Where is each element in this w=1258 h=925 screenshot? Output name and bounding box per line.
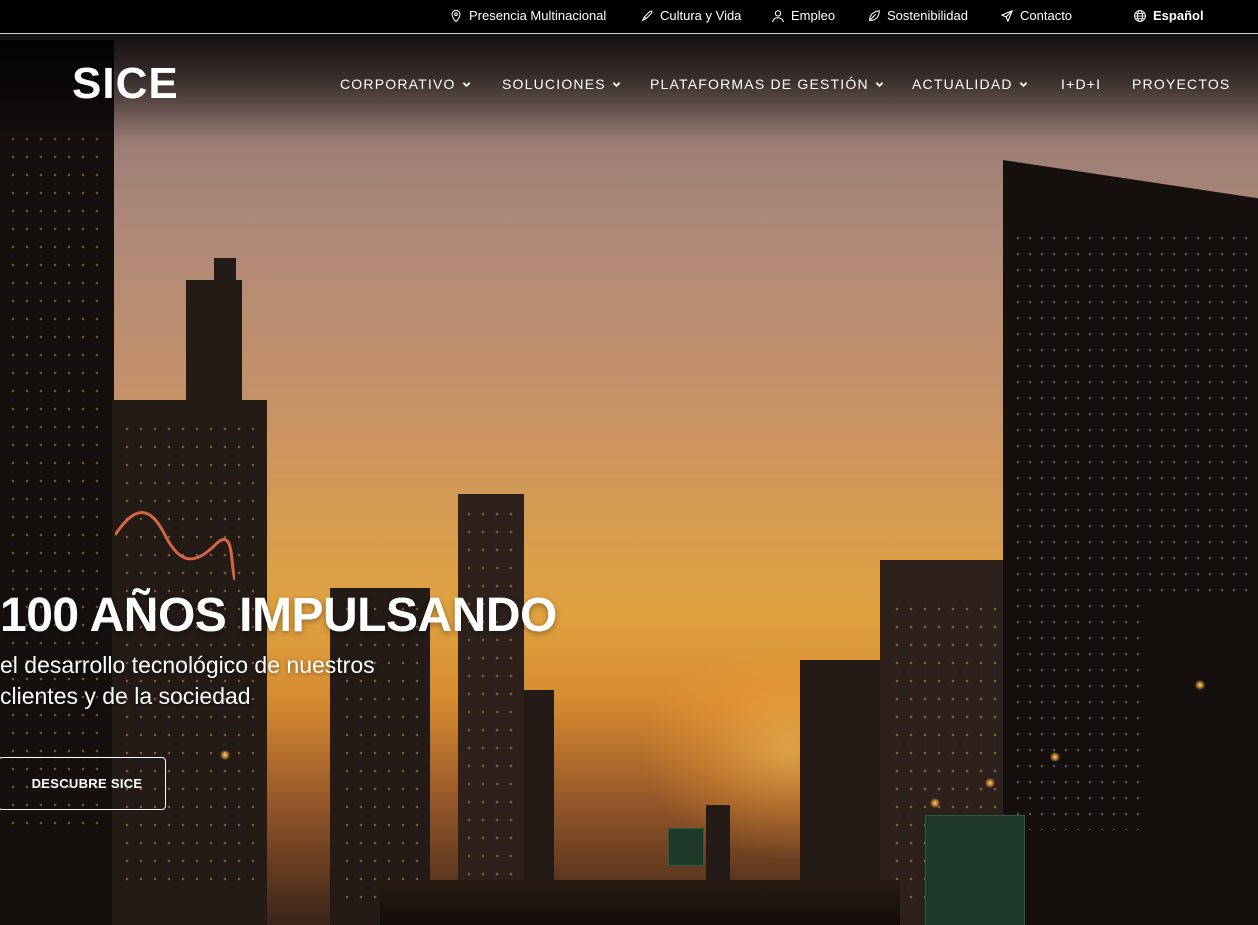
nav-corporativo[interactable]: CORPORATIVO <box>340 76 471 92</box>
building <box>186 280 242 410</box>
globe-icon <box>1134 9 1146 22</box>
nav-actualidad[interactable]: ACTUALIDAD <box>912 76 1028 92</box>
util-link-presencia[interactable]: Presencia Multinacional <box>449 8 606 23</box>
sice-logo[interactable]: SICE <box>0 46 179 122</box>
paper-plane-icon <box>1001 9 1013 22</box>
util-link-label: Cultura y Vida <box>660 8 742 23</box>
building-windows <box>340 600 420 900</box>
util-link-label: Contacto <box>1020 8 1073 23</box>
logo-ring-icon <box>0 48 58 120</box>
util-link-label: Empleo <box>791 8 836 23</box>
hero-subline: el desarrollo tecnológico de nuestros <box>0 652 375 678</box>
nav-label: I+D+I <box>1061 76 1102 92</box>
street-lamp <box>930 798 940 808</box>
util-link-cultura[interactable]: Cultura y Vida <box>640 8 741 23</box>
nav-label: PROYECTOS <box>1132 76 1231 92</box>
road <box>380 880 900 925</box>
hero-headline: 100 AÑOS IMPULSANDO <box>0 589 557 642</box>
user-icon <box>772 9 784 22</box>
map-pin-icon <box>451 9 461 22</box>
hero-subline: clientes y de la sociedad <box>0 683 251 709</box>
rocket-icon <box>641 10 653 22</box>
chevron-down-icon <box>462 81 470 87</box>
building <box>1140 600 1258 925</box>
nav-plataformas[interactable]: PLATAFORMAS DE GESTIÓN <box>650 76 884 92</box>
road-sign <box>925 815 1025 925</box>
discover-sice-button[interactable]: DESCUBRE SICE <box>0 757 166 810</box>
nav-proyectos[interactable]: PROYECTOS <box>1132 76 1230 92</box>
street-lamp <box>985 778 995 788</box>
nav-label: ACTUALIDAD <box>912 76 1013 92</box>
building <box>214 258 236 288</box>
chevron-down-icon <box>1019 81 1027 87</box>
nav-label: CORPORATIVO <box>340 76 456 92</box>
util-link-sostenibilidad[interactable]: Sostenibilidad <box>867 8 968 23</box>
nav-soluciones[interactable]: SOLUCIONES <box>502 76 621 92</box>
light-trail-wave <box>115 511 235 581</box>
nav-label: SOLUCIONES <box>502 76 606 92</box>
street-lamp <box>220 750 230 760</box>
language-label: Español <box>1153 8 1204 23</box>
building-windows <box>462 505 520 885</box>
language-selector[interactable]: Español <box>1133 8 1204 23</box>
leaf-icon <box>869 9 880 21</box>
chevron-down-icon <box>612 81 621 87</box>
building-windows <box>6 130 106 830</box>
chevron-down-icon <box>875 81 884 87</box>
util-link-label: Sostenibilidad <box>887 8 968 23</box>
road-sign <box>668 828 704 866</box>
util-link-empleo[interactable]: Empleo <box>771 8 835 23</box>
util-link-label: Presencia Multinacional <box>469 8 607 23</box>
utility-bar: Presencia Multinacional Cultura y Vida E… <box>0 0 1258 34</box>
street-lamp <box>1050 752 1060 762</box>
nav-label: PLATAFORMAS DE GESTIÓN <box>650 76 869 92</box>
logo-wordmark: SICE <box>72 59 179 108</box>
street-lamp <box>1195 680 1205 690</box>
nav-idi[interactable]: I+D+I <box>1061 76 1101 92</box>
util-link-contacto[interactable]: Contacto <box>1000 8 1072 23</box>
